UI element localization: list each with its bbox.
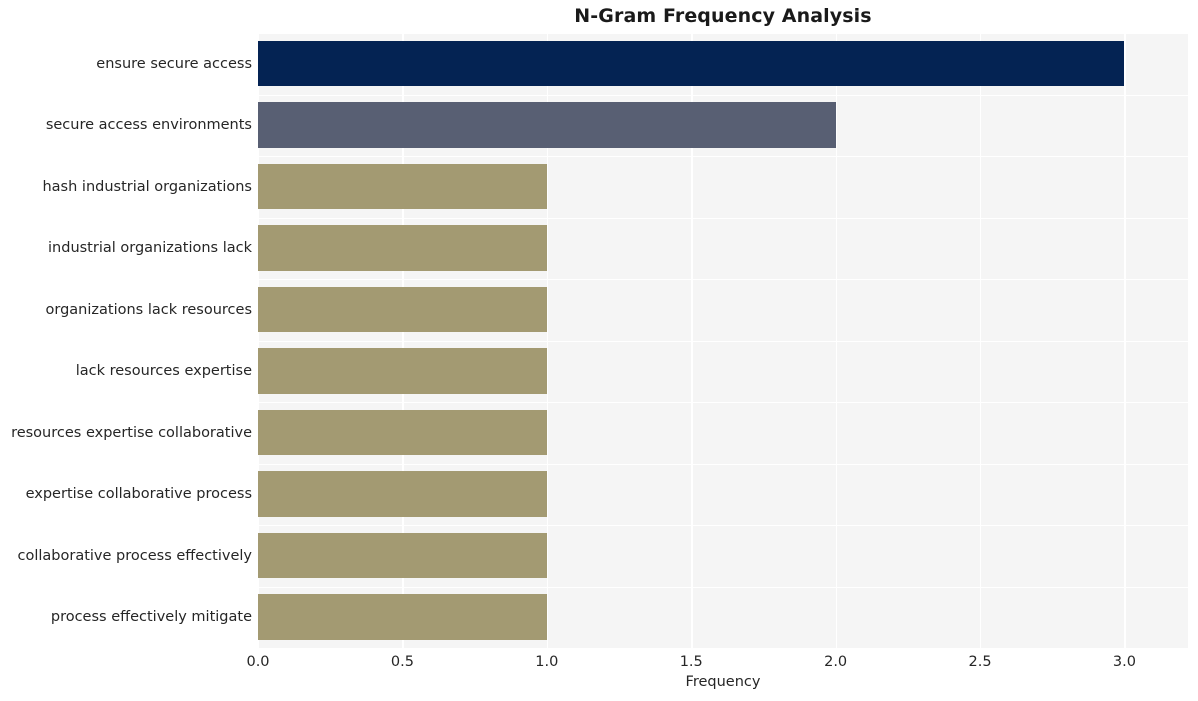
bar[interactable]	[258, 286, 547, 333]
bar[interactable]	[258, 40, 1125, 87]
y-tick-label: expertise collaborative process	[25, 486, 252, 503]
bar[interactable]	[258, 102, 836, 148]
gridline-horizontal-5	[258, 340, 1188, 342]
gridline-horizontal-9	[258, 586, 1188, 588]
x-tick-label: 3.0	[1112, 654, 1136, 670]
bar[interactable]	[258, 163, 547, 210]
gridline-horizontal-6	[258, 402, 1188, 404]
y-tick-label: process effectively mitigate	[50, 609, 252, 626]
x-axis-label: Frequency	[685, 674, 761, 690]
bar[interactable]	[258, 594, 547, 640]
y-tick-label: secure access environments	[45, 117, 252, 134]
x-tick-label: 1.0	[535, 654, 559, 670]
y-tick-label: hash industrial organizations	[42, 178, 252, 195]
gridline-horizontal-8	[258, 525, 1188, 527]
gridline-horizontal-4	[258, 279, 1188, 281]
y-tick-label: resources expertise collaborative	[11, 424, 252, 441]
bar[interactable]	[258, 409, 547, 456]
x-tick-label: 1.5	[679, 654, 703, 670]
y-tick-label: collaborative process effectively	[17, 547, 253, 564]
y-tick-label: lack resources expertise	[75, 363, 252, 380]
y-tick-label: industrial organizations lack	[48, 240, 252, 257]
x-tick-label: 0.0	[246, 654, 270, 670]
x-tick-label: 2.5	[968, 654, 992, 670]
bar[interactable]	[258, 225, 547, 271]
y-axis-tick-labels: ensure secure access secure access enviro…	[0, 33, 258, 648]
bar[interactable]	[258, 471, 547, 517]
plot-area	[258, 33, 1188, 650]
gridline-horizontal-0	[258, 33, 1188, 35]
x-tick-label: 2.0	[824, 654, 848, 670]
x-tick-label: 0.5	[390, 654, 414, 670]
y-tick-label: ensure secure access	[96, 55, 252, 72]
gridline-horizontal-2	[258, 156, 1188, 158]
bar[interactable]	[258, 532, 547, 579]
chart-figure: N-Gram Frequency Analysis ensure secure …	[0, 0, 1198, 701]
bar[interactable]	[258, 348, 547, 394]
gridline-horizontal-1	[258, 94, 1188, 96]
gridline-horizontal-7	[258, 463, 1188, 465]
gridline-horizontal-3	[258, 217, 1188, 219]
y-tick-label: organizations lack resources	[45, 301, 252, 318]
chart-title: N-Gram Frequency Analysis	[574, 5, 872, 27]
